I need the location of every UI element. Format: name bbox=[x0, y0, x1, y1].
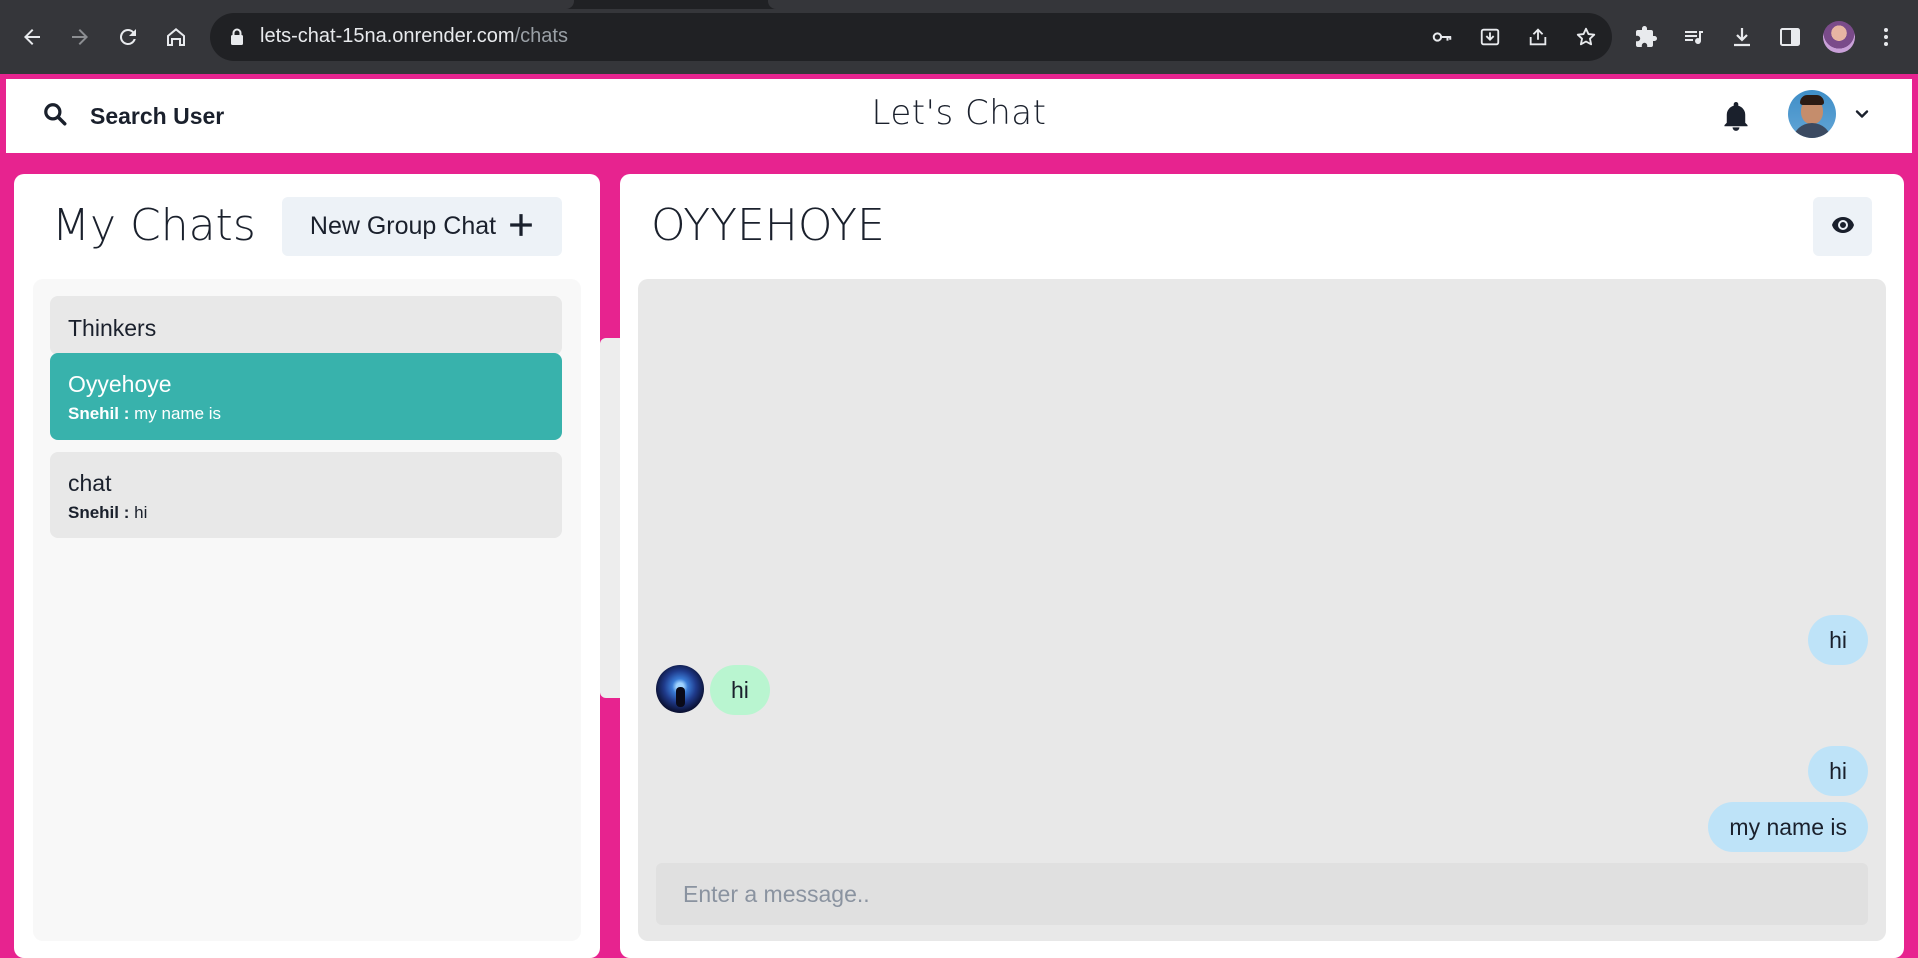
key-icon[interactable] bbox=[1428, 23, 1456, 51]
latest-text: hi bbox=[134, 503, 148, 522]
plus-icon bbox=[508, 212, 534, 241]
message-input[interactable] bbox=[656, 863, 1868, 925]
chat-name: Thinkers bbox=[68, 315, 157, 341]
avatar bbox=[1788, 90, 1836, 138]
address-bar[interactable]: lets-chat-15na.onrender.com/chats bbox=[210, 13, 1612, 61]
latest-message: Snehil : my name is bbox=[68, 404, 544, 424]
chat-title: OYYEHOYE bbox=[651, 200, 885, 251]
profile-avatar[interactable] bbox=[1823, 21, 1855, 53]
view-profile-button[interactable] bbox=[1813, 197, 1872, 256]
url-host: lets-chat-15na.onrender.com bbox=[260, 25, 515, 47]
my-chats-panel: My Chats New Group Chat Thinkers Oyyehoy… bbox=[14, 174, 600, 958]
user-menu[interactable] bbox=[1788, 90, 1870, 138]
home-icon[interactable] bbox=[158, 19, 194, 55]
app-header: Search User Let's Chat bbox=[6, 79, 1912, 153]
latest-message: Snehil : hi bbox=[68, 503, 544, 523]
search-user-label: Search User bbox=[90, 102, 225, 129]
message-bubble-mine: hi bbox=[1808, 615, 1868, 665]
media-icon[interactable] bbox=[1676, 19, 1712, 55]
message-bubble-mine: hi bbox=[1808, 746, 1868, 796]
forward-icon[interactable] bbox=[62, 19, 98, 55]
chat-item-oyyehoye[interactable]: Oyyehoye Snehil : my name is bbox=[50, 353, 562, 440]
app-title: Let's Chat bbox=[871, 93, 1047, 133]
chat-name: chat bbox=[68, 470, 112, 496]
search-user-button[interactable]: Search User bbox=[42, 96, 224, 136]
download-icon[interactable] bbox=[1724, 19, 1760, 55]
my-chats-title: My Chats bbox=[52, 200, 256, 251]
bell-icon[interactable] bbox=[1720, 101, 1752, 133]
extensions-icon[interactable] bbox=[1628, 19, 1664, 55]
tab-strip bbox=[0, 0, 1918, 9]
latest-sender: Snehil : bbox=[68, 503, 130, 522]
star-icon[interactable] bbox=[1572, 23, 1600, 51]
search-icon bbox=[42, 101, 68, 131]
tab-right[interactable] bbox=[768, 0, 1918, 9]
chat-list: Thinkers Oyyehoye Snehil : my name is ch… bbox=[33, 279, 581, 941]
chat-panel: OYYEHOYE hi hi hi my name is bbox=[620, 174, 1904, 958]
url-text[interactable]: lets-chat-15na.onrender.com/chats bbox=[260, 25, 568, 48]
message-bubble-mine: my name is bbox=[1708, 802, 1868, 852]
chat-item-thinkers[interactable]: Thinkers bbox=[50, 296, 562, 355]
side-panel-icon[interactable] bbox=[1772, 19, 1808, 55]
message-bubble-theirs: hi bbox=[710, 665, 770, 715]
sender-avatar[interactable] bbox=[656, 665, 704, 713]
new-group-chat-label: New Group Chat bbox=[309, 212, 497, 240]
chat-name: Oyyehoye bbox=[68, 371, 172, 397]
background-decoration bbox=[600, 338, 620, 698]
eye-icon bbox=[1831, 216, 1855, 238]
chat-item-chat[interactable]: chat Snehil : hi bbox=[50, 452, 562, 538]
install-icon[interactable] bbox=[1476, 23, 1504, 51]
share-icon[interactable] bbox=[1524, 23, 1552, 51]
latest-sender: Snehil : bbox=[68, 404, 130, 423]
tab-left[interactable] bbox=[0, 0, 574, 9]
messages-area: hi hi hi my name is bbox=[638, 279, 1886, 941]
latest-text: my name is bbox=[134, 404, 222, 423]
reload-icon[interactable] bbox=[110, 19, 146, 55]
new-group-chat-button[interactable]: New Group Chat bbox=[282, 197, 562, 256]
kebab-menu-icon[interactable] bbox=[1868, 19, 1904, 55]
browser-toolbar: lets-chat-15na.onrender.com/chats bbox=[0, 0, 1918, 74]
url-path: /chats bbox=[514, 25, 568, 47]
lock-icon[interactable] bbox=[227, 27, 247, 47]
chevron-down-icon bbox=[1854, 106, 1870, 122]
back-icon[interactable] bbox=[14, 19, 50, 55]
